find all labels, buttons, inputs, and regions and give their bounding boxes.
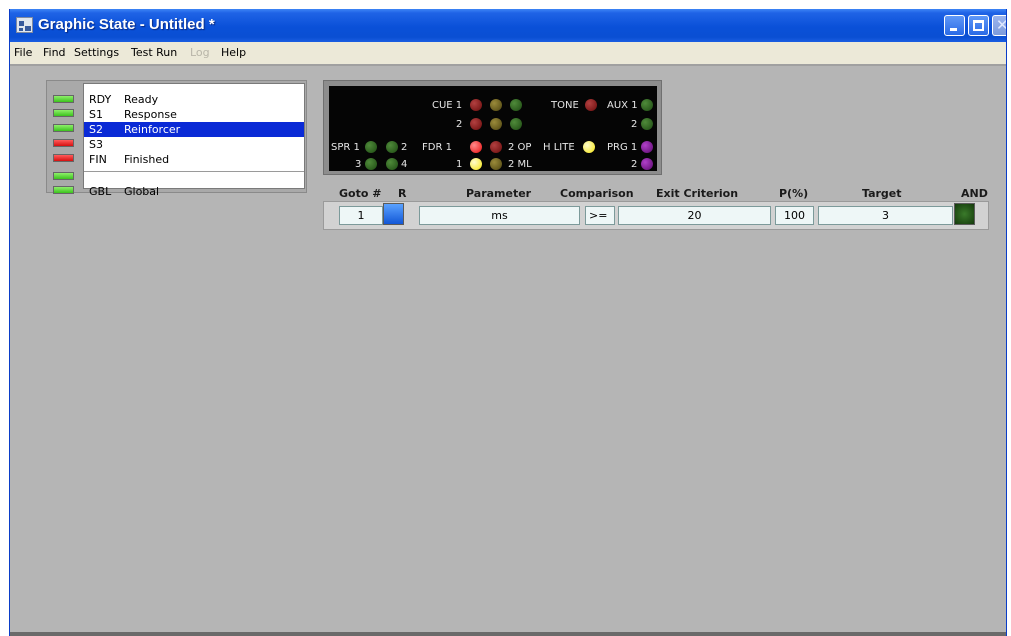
indicator-panel: CUE 1 2 TONE AUX 1 2 SPR 1 2 3 4 FDR 1 2…: [329, 86, 657, 171]
target-header: Target: [862, 187, 902, 200]
exit-criterion-field[interactable]: 20: [618, 206, 771, 225]
op-led: [490, 141, 502, 153]
prg1-label: PRG 1: [607, 142, 638, 153]
goto-field[interactable]: 1: [339, 206, 383, 225]
minimize-button[interactable]: [944, 15, 965, 36]
cue2-label: 2: [456, 119, 463, 130]
state-code: FIN: [89, 153, 107, 166]
parameter-field[interactable]: ms: [419, 206, 580, 225]
state-row[interactable]: GBL Global: [84, 184, 304, 199]
cue1-green-led: [510, 99, 522, 111]
spr2-label: 2: [401, 142, 408, 153]
prg1-led: [641, 141, 653, 153]
menu-bar: File Find Settings Test Run Log Help: [10, 42, 1006, 64]
menu-file[interactable]: File: [14, 46, 32, 59]
p-header: P(%): [779, 187, 809, 200]
state-led-gbl: [53, 186, 74, 194]
spr4-led: [386, 158, 398, 170]
fdr-1-label: 1: [456, 159, 463, 170]
maximize-button[interactable]: [968, 15, 989, 36]
window-title: Graphic State - Untitled *: [38, 16, 215, 33]
state-label: Reinforcer: [124, 123, 181, 136]
spr1-led: [365, 141, 377, 153]
p-field[interactable]: 100: [775, 206, 814, 225]
r-button[interactable]: [383, 203, 404, 225]
spr4-label: 4: [401, 159, 408, 170]
state-row[interactable]: RDY Ready: [84, 92, 304, 107]
comparison-field[interactable]: >=: [585, 206, 615, 225]
spr3-led: [365, 158, 377, 170]
bottom-edge: [10, 632, 1006, 636]
close-icon: ✕: [996, 16, 1006, 35]
state-row[interactable]: FIN Finished: [84, 152, 304, 167]
spr2-led: [386, 141, 398, 153]
close-button[interactable]: ✕: [992, 15, 1006, 36]
menu-settings[interactable]: Settings: [74, 46, 119, 59]
client-edge: [10, 64, 1006, 66]
parameter-header: Parameter: [466, 187, 532, 200]
cue1-yellow-led: [490, 99, 502, 111]
state-led-blank: [53, 172, 74, 180]
state-label: Finished: [124, 153, 170, 166]
state-led-rdy: [53, 95, 74, 103]
state-led-s1: [53, 109, 74, 117]
aux1-led: [641, 99, 653, 111]
aux1-label: AUX 1: [607, 100, 638, 111]
tone-led: [585, 99, 597, 111]
aux2-label: 2: [631, 119, 638, 130]
aux2-led: [641, 118, 653, 130]
state-code: S2: [89, 123, 103, 136]
title-bar[interactable]: Graphic State - Untitled * ✕: [10, 9, 1006, 42]
state-led-s2: [53, 124, 74, 132]
ml-led: [490, 158, 502, 170]
fdr1-label: FDR 1: [422, 142, 452, 153]
state-label: Global: [124, 185, 160, 198]
ml-label: 2 ML: [508, 159, 532, 170]
state-label: Ready: [124, 93, 159, 106]
spr3-label: 3: [355, 159, 362, 170]
exit-criterion-header: Exit Criterion: [656, 187, 739, 200]
state-code: GBL: [89, 185, 112, 198]
op-label: 2 OP: [508, 142, 532, 153]
cue2-green-led: [510, 118, 522, 130]
state-list[interactable]: RDY Ready S1 Response S2 Reinforcer S3 F…: [83, 83, 305, 198]
state-code: RDY: [89, 93, 112, 106]
state-row[interactable]: S3: [84, 137, 304, 152]
hlite-label: H LITE: [543, 142, 575, 153]
app-icon: [16, 17, 33, 33]
state-led-s3: [53, 139, 74, 147]
fdr-1-led: [470, 158, 482, 170]
cue2-red-led: [470, 118, 482, 130]
state-code: S1: [89, 108, 103, 121]
prg2-led: [641, 158, 653, 170]
menu-help[interactable]: Help: [221, 46, 246, 59]
menu-test-run[interactable]: Test Run: [131, 46, 177, 59]
menu-log[interactable]: Log: [190, 46, 210, 59]
state-label: Response: [124, 108, 177, 121]
hlite-led: [583, 141, 595, 153]
state-row-selected[interactable]: S2 Reinforcer: [84, 122, 304, 137]
state-led-fin: [53, 154, 74, 162]
fdr1-led: [470, 141, 482, 153]
cue2-yellow-led: [490, 118, 502, 130]
menu-find[interactable]: Find: [43, 46, 66, 59]
state-row[interactable]: S1 Response: [84, 107, 304, 122]
state-code: S3: [89, 138, 103, 151]
and-button[interactable]: [954, 203, 975, 225]
r-header: R: [398, 187, 407, 200]
prg2-label: 2: [631, 159, 638, 170]
cue1-red-led: [470, 99, 482, 111]
minimize-icon: [950, 28, 957, 31]
spr1-label: SPR 1: [331, 142, 360, 153]
tone-label: TONE: [551, 100, 579, 111]
list-divider: [84, 171, 304, 172]
maximize-icon: [973, 20, 984, 31]
goto-header: Goto #: [339, 187, 382, 200]
and-header: AND: [961, 187, 988, 200]
comparison-header: Comparison: [560, 187, 634, 200]
target-field[interactable]: 3: [818, 206, 953, 225]
cue1-label: CUE 1: [432, 100, 463, 111]
